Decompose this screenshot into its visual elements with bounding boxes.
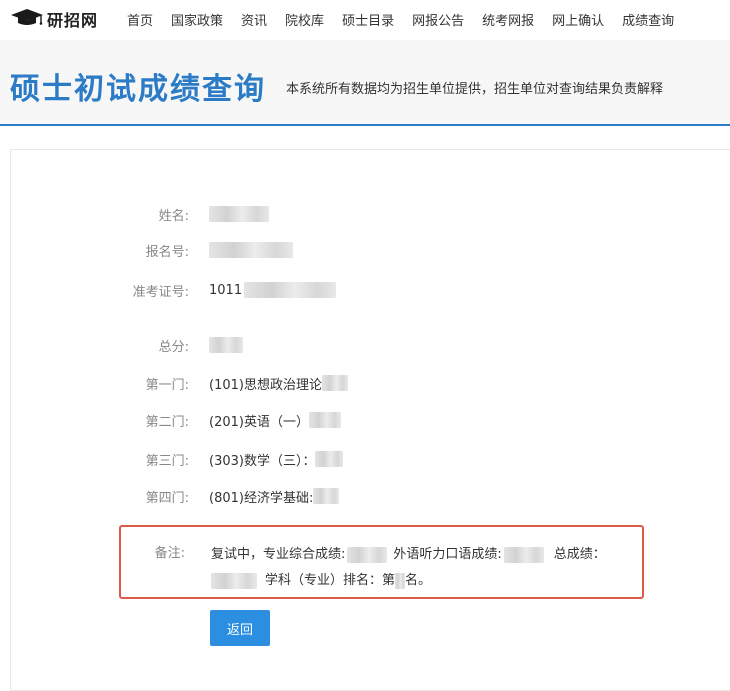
note-professional-score-redacted	[347, 547, 388, 563]
subject-1-name: (101)思想政治理论	[209, 377, 322, 393]
nav-item-news[interactable]: 资讯	[241, 10, 267, 29]
score-result-panel: 姓名: 报名号: 准考证号: 1011 总分: 第一门: (101)思想政治理论…	[10, 149, 730, 691]
nav-item-exam-registration[interactable]: 统考网报	[482, 10, 534, 29]
row-registration: 报名号:	[11, 239, 293, 261]
subject-2-score-redacted	[308, 412, 341, 428]
note-professional-score-text: 复试中，专业综合成绩:	[211, 547, 346, 562]
note-rank-suffix: 名。	[405, 573, 432, 588]
nav-item-score-query[interactable]: 成绩查询	[622, 10, 674, 29]
exam-number-redacted	[244, 282, 337, 298]
row-exam-number: 准考证号: 1011	[11, 279, 337, 301]
registration-label: 报名号:	[145, 244, 189, 260]
note-oral-score-redacted	[503, 547, 544, 563]
top-navigation: 研招网 首页 国家政策 资讯 院校库 硕士目录 网报公告 统考网报 网上确认 成…	[0, 0, 730, 38]
subject-2-name: (201)英语（一）	[209, 414, 309, 430]
subject-4-label: 第四门:	[145, 490, 189, 506]
exam-number-label: 准考证号:	[132, 284, 189, 300]
subject-1-score-redacted	[321, 375, 348, 391]
note-rank-text: 学科（专业）排名：第	[265, 573, 396, 588]
name-label: 姓名:	[158, 208, 189, 224]
row-total-score: 总分:	[11, 334, 243, 356]
page-title: 硕士初试成绩查询	[10, 72, 266, 107]
nav-item-online-confirmation[interactable]: 网上确认	[552, 10, 604, 29]
page-header: 硕士初试成绩查询 本系统所有数据均为招生单位提供，招生单位对查询结果负责解释	[0, 40, 730, 126]
page-subtitle: 本系统所有数据均为招生单位提供，招生单位对查询结果负责解释	[286, 82, 664, 97]
note-total-score-text: 总成绩：	[553, 547, 606, 562]
row-name: 姓名:	[11, 203, 269, 225]
nav-item-home[interactable]: 首页	[127, 10, 153, 29]
note-label: 备注:	[154, 546, 185, 561]
row-subject-1: 第一门: (101)思想政治理论	[11, 372, 348, 394]
total-score-label: 总分:	[158, 339, 189, 355]
note-text: 复试中，专业综合成绩: 外语听力口语成绩: 总成绩： 学科（专业）排名：第 名。	[211, 542, 631, 594]
nav-menu: 首页 国家政策 资讯 院校库 硕士目录 网报公告 统考网报 网上确认 成绩查询	[118, 0, 683, 38]
row-subject-4: 第四门: (801)经济学基础:	[11, 485, 340, 507]
exam-number-prefix: 1011	[209, 282, 243, 298]
subject-3-name: (303)数学（三）：	[209, 453, 316, 469]
nav-item-master-catalog[interactable]: 硕士目录	[342, 10, 394, 29]
row-subject-3: 第三门: (303)数学（三）：	[11, 448, 344, 470]
name-value-redacted	[209, 206, 269, 222]
subject-2-label: 第二门:	[145, 414, 189, 430]
subject-1-label: 第一门:	[145, 377, 189, 393]
note-oral-score-text: 外语听力口语成绩:	[393, 547, 502, 562]
brand-name: 研招网	[47, 11, 99, 30]
registration-value-redacted	[209, 242, 293, 258]
row-subject-2: 第二门: (201)英语（一）	[11, 409, 341, 431]
subject-4-score-redacted	[313, 488, 340, 504]
note-highlight-box: 备注: 复试中，专业综合成绩: 外语听力口语成绩: 总成绩： 学科（专业）排名：…	[119, 525, 644, 599]
back-button[interactable]: 返回	[210, 610, 270, 646]
note-total-score-redacted	[211, 573, 257, 589]
subject-3-label: 第三门:	[145, 453, 189, 469]
nav-item-school-library[interactable]: 院校库	[285, 10, 324, 29]
nav-item-policy[interactable]: 国家政策	[171, 10, 223, 29]
subject-3-score-redacted	[315, 451, 344, 467]
site-logo[interactable]: 研招网	[10, 7, 98, 31]
total-score-redacted	[209, 337, 243, 353]
subject-4-name: (801)经济学基础:	[209, 490, 314, 506]
note-rank-redacted	[395, 573, 406, 589]
nav-item-registration-notice[interactable]: 网报公告	[412, 10, 464, 29]
graduation-cap-icon	[10, 7, 44, 31]
